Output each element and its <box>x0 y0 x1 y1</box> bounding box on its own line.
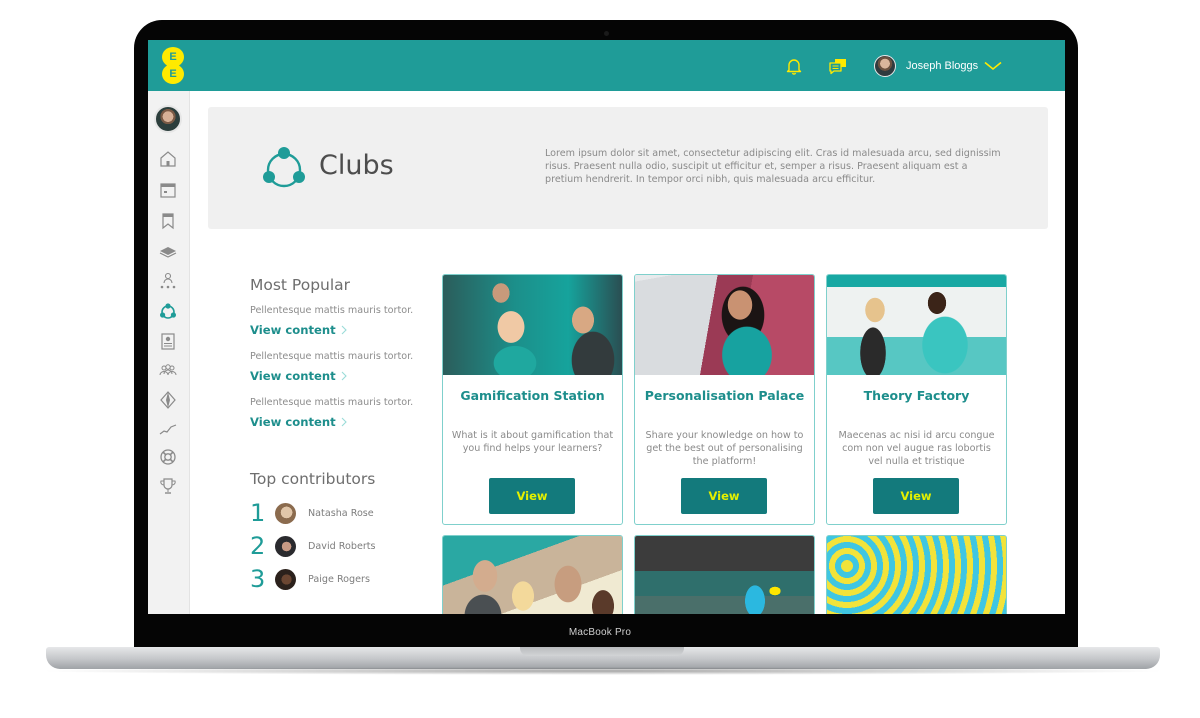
view-club-button[interactable]: View <box>489 478 575 514</box>
club-photo <box>443 536 622 614</box>
view-content-label: View content <box>250 323 336 337</box>
trend-icon[interactable] <box>159 420 177 438</box>
contributor-rank: 1 <box>250 499 266 527</box>
popular-item-text: Pellentesque mattis mauris tortor. <box>250 305 414 316</box>
home-icon[interactable] <box>159 150 177 168</box>
contributor-row[interactable]: 1 Natasha Rose <box>250 499 374 527</box>
popular-item-text: Pellentesque mattis mauris tortor. <box>250 351 414 362</box>
view-content-label: View content <box>250 369 336 383</box>
laptop-shadow <box>36 667 1170 675</box>
clubs-icon[interactable] <box>159 302 177 320</box>
user-name: Joseph Bloggs <box>906 60 979 72</box>
calendar-icon[interactable] <box>159 181 177 199</box>
lifebuoy-icon[interactable] <box>159 448 177 466</box>
view-content-link[interactable]: View content <box>250 369 347 383</box>
club-card: Theory Factory Maecenas ac nisi id arcu … <box>826 274 1007 525</box>
contributor-row[interactable]: 2 David Roberts <box>250 532 376 560</box>
contributor-name: Natasha Rose <box>308 507 374 519</box>
club-description: What is it about gamification that you f… <box>451 430 614 454</box>
view-club-button[interactable]: View <box>873 478 959 514</box>
logo-letter: E <box>162 64 184 84</box>
clipboard-icon[interactable] <box>159 332 177 350</box>
people-icon[interactable] <box>159 361 177 379</box>
app-screen: E E Joseph Bloggs Clubs Lorem ipsum dolo… <box>148 40 1065 614</box>
club-title: Personalisation Palace <box>644 388 805 403</box>
trophy-icon[interactable] <box>159 477 177 495</box>
user-menu[interactable]: Joseph Bloggs <box>874 54 1002 78</box>
user-avatar <box>874 55 896 77</box>
top-contributors-title: Top contributors <box>250 470 376 488</box>
club-card[interactable] <box>826 535 1007 614</box>
page-title: Clubs <box>319 150 394 181</box>
club-description: Maecenas ac nisi id arcu congue com non … <box>838 430 995 467</box>
popular-item: Pellentesque mattis mauris tortor. View … <box>250 397 430 430</box>
laptop-notch <box>520 647 684 656</box>
chevron-right-icon <box>341 371 347 381</box>
org-chart-icon[interactable] <box>159 272 177 290</box>
contributor-name: David Roberts <box>308 540 376 552</box>
chevron-right-icon <box>341 325 347 335</box>
contributor-name: Paige Rogers <box>308 573 370 585</box>
device-label: MacBook Pro <box>568 627 632 638</box>
contributor-avatar <box>275 568 296 590</box>
chevron-right-icon <box>341 417 347 427</box>
club-card: Personalisation Palace Share your knowle… <box>634 274 815 525</box>
page-description: Lorem ipsum dolor sit amet, consectetur … <box>545 148 1001 185</box>
club-photo <box>635 536 814 614</box>
club-title: Gamification Station <box>460 388 605 403</box>
contributor-avatar <box>275 535 296 557</box>
club-photo <box>635 275 814 375</box>
club-photo <box>443 275 622 375</box>
chevron-down-icon <box>984 61 1002 71</box>
contributor-rank: 2 <box>250 532 266 560</box>
club-photo <box>827 275 1006 375</box>
club-card[interactable] <box>442 535 623 614</box>
contributor-rank: 3 <box>250 565 266 593</box>
club-card[interactable] <box>634 535 815 614</box>
chat-icon[interactable] <box>828 56 848 76</box>
club-card: Gamification Station What is it about ga… <box>442 274 623 525</box>
view-content-link[interactable]: View content <box>250 415 347 429</box>
top-bar: E E Joseph Bloggs <box>148 40 1065 91</box>
view-club-button[interactable]: View <box>681 478 767 514</box>
bookmark-icon[interactable] <box>159 212 177 230</box>
diamond-icon[interactable] <box>159 391 177 409</box>
club-title: Theory Factory <box>863 388 970 403</box>
club-description: Share your knowledge on how to get the b… <box>645 430 804 467</box>
contributor-row[interactable]: 3 Paige Rogers <box>250 565 370 593</box>
view-content-label: View content <box>250 415 336 429</box>
camera <box>604 31 609 36</box>
book-icon[interactable] <box>159 242 177 260</box>
view-content-link[interactable]: View content <box>250 323 347 337</box>
sidebar <box>148 91 190 614</box>
most-popular-title: Most Popular <box>250 276 351 294</box>
sidebar-avatar[interactable] <box>154 105 182 133</box>
club-photo <box>827 536 1006 614</box>
ee-logo[interactable]: E E <box>162 47 184 85</box>
contributor-avatar <box>275 502 296 524</box>
page-header-banner: Clubs Lorem ipsum dolor sit amet, consec… <box>208 107 1048 229</box>
clubs-icon <box>263 147 305 188</box>
most-popular-section: Most Popular Pellentesque mattis mauris … <box>250 276 430 430</box>
popular-item: Pellentesque mattis mauris tortor. View … <box>250 351 430 384</box>
popular-item-text: Pellentesque mattis mauris tortor. <box>250 397 414 408</box>
popular-item: Pellentesque mattis mauris tortor. View … <box>250 305 430 338</box>
bell-icon[interactable] <box>784 56 804 76</box>
